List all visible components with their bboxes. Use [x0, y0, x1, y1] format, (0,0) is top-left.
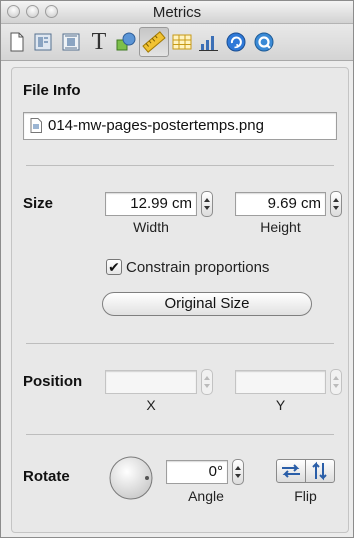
separator — [26, 434, 334, 435]
text-inspector-button[interactable]: T — [87, 30, 111, 54]
graphic-icon — [116, 32, 136, 51]
document-inspector-button[interactable] — [5, 30, 29, 54]
image-file-icon — [30, 118, 42, 133]
position-x-stepper[interactable] — [201, 369, 213, 395]
filename-field: 014-mw-pages-postertemps.png — [23, 112, 337, 140]
height-field[interactable]: 9.69 cm — [235, 192, 326, 216]
table-icon — [172, 34, 192, 50]
flip-vertical-icon — [312, 461, 327, 481]
position-x-field[interactable] — [105, 370, 197, 394]
filename-text: 014-mw-pages-postertemps.png — [48, 117, 264, 134]
flip-label: Flip — [294, 488, 317, 504]
size-label: Size — [23, 195, 54, 212]
angle-label: Angle — [188, 488, 224, 504]
graphic-inspector-button[interactable] — [114, 30, 138, 54]
separator — [26, 343, 334, 344]
height-stepper[interactable] — [330, 191, 342, 217]
metrics-ruler-icon — [142, 31, 166, 53]
position-label: Position — [23, 373, 83, 390]
file-info-label: File Info — [23, 82, 81, 99]
link-inspector-button[interactable] — [224, 30, 248, 54]
y-label: Y — [275, 397, 286, 413]
layout-icon — [34, 33, 52, 51]
link-icon — [226, 32, 246, 52]
position-y-stepper[interactable] — [330, 369, 342, 395]
separator — [26, 165, 334, 166]
text-icon: T — [91, 29, 107, 55]
chart-icon — [199, 36, 218, 51]
flip-horizontal-button[interactable] — [276, 459, 306, 483]
height-label: Height — [260, 219, 301, 235]
x-label: X — [146, 397, 156, 413]
flip-vertical-button[interactable] — [305, 459, 335, 483]
chart-inspector-button[interactable] — [197, 30, 221, 54]
angle-stepper[interactable] — [232, 459, 244, 485]
quicktime-icon — [254, 32, 274, 52]
quicktime-inspector-button[interactable] — [252, 30, 276, 54]
rotation-wheel-dial[interactable] — [108, 455, 154, 501]
metrics-panel: File Info 014-mw-pages-postertemps.png S… — [11, 67, 349, 533]
window-title: Metrics — [152, 4, 202, 21]
metrics-inspector-button[interactable] — [139, 27, 169, 57]
width-field[interactable]: 12.99 cm — [105, 192, 197, 216]
angle-field[interactable]: 0° — [166, 460, 228, 484]
original-size-button[interactable]: Original Size — [102, 292, 312, 316]
width-label: Width — [133, 219, 169, 235]
table-inspector-button[interactable] — [170, 30, 194, 54]
rotate-label: Rotate — [23, 468, 70, 485]
width-stepper[interactable] — [201, 191, 213, 217]
title-bar[interactable]: Metrics — [1, 1, 353, 24]
layout-inspector-button[interactable] — [31, 30, 55, 54]
wrap-icon — [62, 33, 80, 51]
constrain-proportions-checkbox[interactable]: ✔ — [106, 259, 122, 275]
wrap-inspector-button[interactable] — [59, 30, 83, 54]
document-icon — [10, 32, 24, 52]
flip-horizontal-icon — [282, 464, 300, 478]
metrics-inspector-window: Metrics T File Info 014-mw-pages-postert… — [0, 0, 354, 538]
position-y-field[interactable] — [235, 370, 326, 394]
inspector-toolbar: T — [1, 24, 353, 61]
constrain-proportions-label: Constrain proportions — [126, 259, 270, 276]
